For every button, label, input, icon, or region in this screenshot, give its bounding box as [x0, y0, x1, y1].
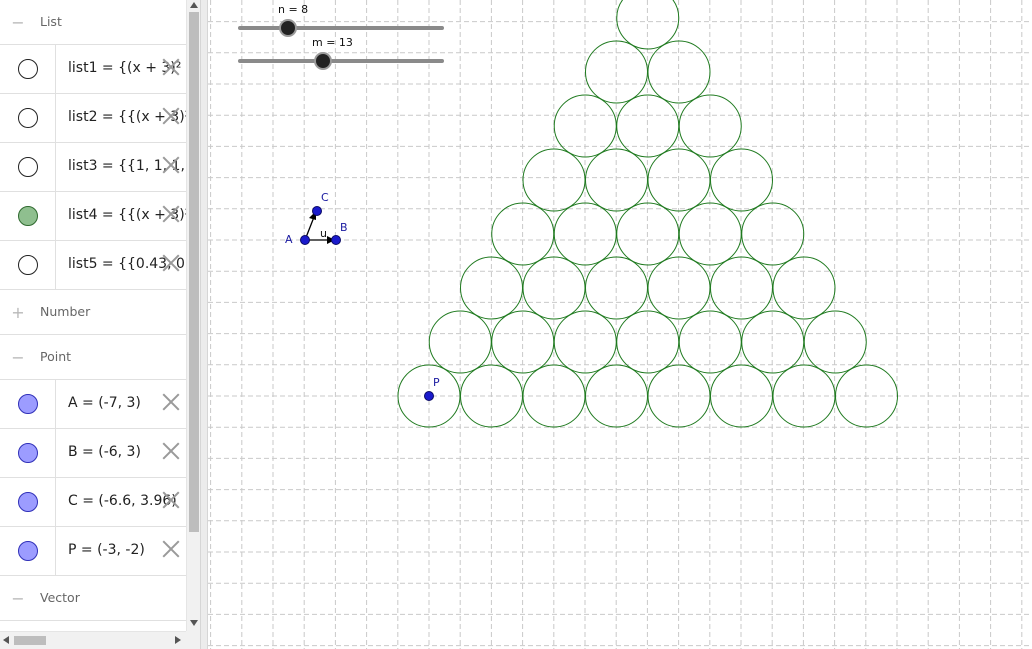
visibility-toggle[interactable] — [0, 241, 56, 289]
algebra-list: − List list1 = {(x + 3)² + list2 = {{(x … — [0, 0, 186, 631]
visibility-toggle[interactable] — [0, 94, 56, 142]
scroll-right-arrow-icon[interactable] — [175, 636, 181, 644]
visibility-toggle[interactable] — [0, 527, 56, 575]
visibility-toggle[interactable] — [0, 478, 56, 526]
visibility-marble-icon[interactable] — [18, 255, 38, 275]
grid — [208, 0, 1032, 649]
vector-u-label: u — [320, 227, 327, 240]
group-title-vector: Vector — [40, 590, 80, 605]
delete-icon[interactable] — [160, 252, 182, 274]
collapse-icon[interactable]: − — [10, 15, 26, 31]
vertical-scroll-thumb[interactable] — [189, 12, 199, 532]
group-header-list[interactable]: − List — [0, 0, 186, 45]
algebra-row-list4[interactable]: list4 = {{(x + 3)² + — [0, 192, 186, 241]
group-title-list: List — [40, 14, 62, 29]
delete-icon[interactable] — [160, 56, 182, 78]
algebra-row-list5[interactable]: list5 = {{0.43, 0.43, — [0, 241, 186, 290]
scrollbar-corner — [186, 631, 200, 649]
delete-icon[interactable] — [160, 440, 182, 462]
visibility-marble-icon[interactable] — [18, 541, 38, 561]
group-header-vector[interactable]: − Vector — [0, 576, 186, 621]
circle — [741, 202, 805, 266]
point-a-label: A — [285, 233, 293, 246]
visibility-marble-icon[interactable] — [18, 206, 38, 226]
algebra-row-list3[interactable]: list3 = {{1, 1, 1, 1, — [0, 143, 186, 192]
algebra-row-point-p[interactable]: P = (-3, -2) — [0, 527, 186, 576]
delete-icon[interactable] — [160, 538, 182, 560]
visibility-toggle[interactable] — [0, 192, 56, 240]
visibility-toggle[interactable] — [0, 143, 56, 191]
delete-icon[interactable] — [160, 489, 182, 511]
vertical-scrollbar[interactable] — [186, 0, 200, 631]
point-b-dot[interactable] — [331, 235, 341, 245]
delete-icon[interactable] — [160, 154, 182, 176]
algebra-row-point-b[interactable]: B = (-6, 3) — [0, 429, 186, 478]
point-a-dot[interactable] — [300, 235, 310, 245]
algebra-row-point-c[interactable]: C = (-6.6, 3.96) — [0, 478, 186, 527]
algebra-row-list2[interactable]: list2 = {{(x + 3)² + — [0, 94, 186, 143]
point-p-label: P — [433, 376, 440, 389]
point-p[interactable]: P — [424, 376, 441, 401]
graphics-canvas[interactable]: n = 8 m = 13 u A B C P — [208, 0, 1032, 649]
slider-n-label: n = 8 — [278, 3, 308, 16]
group-title-point: Point — [40, 349, 72, 364]
slider-n-knob[interactable] — [279, 19, 297, 37]
visibility-marble-icon[interactable] — [18, 157, 38, 177]
visibility-toggle[interactable] — [0, 429, 56, 477]
horizontal-scrollbar[interactable] — [0, 631, 186, 649]
visibility-toggle[interactable] — [0, 45, 56, 93]
scroll-up-arrow-icon[interactable] — [190, 2, 198, 8]
point-b[interactable]: B — [331, 221, 348, 245]
delete-icon[interactable] — [160, 203, 182, 225]
group-header-point[interactable]: − Point — [0, 335, 186, 380]
algebra-view: − List list1 = {(x + 3)² + list2 = {{(x … — [0, 0, 200, 649]
visibility-marble-icon[interactable] — [18, 492, 38, 512]
collapse-icon[interactable]: − — [10, 350, 26, 366]
visibility-marble-icon[interactable] — [18, 394, 38, 414]
slider-m-label: m = 13 — [312, 36, 353, 49]
graphics-view[interactable]: n = 8 m = 13 u A B C P — [208, 0, 1032, 649]
visibility-marble-icon[interactable] — [18, 108, 38, 128]
point-c[interactable]: C — [312, 191, 330, 216]
point-b-label: B — [340, 221, 348, 234]
collapse-icon[interactable]: − — [10, 591, 26, 607]
algebra-row-point-a[interactable]: A = (-7, 3) — [0, 380, 186, 429]
scroll-down-arrow-icon[interactable] — [190, 620, 198, 626]
horizontal-scroll-thumb[interactable] — [14, 636, 46, 645]
slider-n[interactable]: n = 8 — [238, 3, 444, 37]
circle — [772, 256, 836, 320]
delete-icon[interactable] — [160, 391, 182, 413]
group-title-number: Number — [40, 304, 91, 319]
point-c-label: C — [321, 191, 329, 204]
visibility-marble-icon[interactable] — [18, 59, 38, 79]
visibility-toggle[interactable] — [0, 380, 56, 428]
delete-icon[interactable] — [160, 105, 182, 127]
visibility-marble-icon[interactable] — [18, 443, 38, 463]
view-divider[interactable] — [200, 0, 208, 649]
algebra-row-list1[interactable]: list1 = {(x + 3)² + — [0, 45, 186, 94]
group-header-number[interactable]: + Number — [0, 290, 186, 335]
slider-m-knob[interactable] — [314, 52, 332, 70]
circle — [741, 310, 805, 374]
point-p-dot[interactable] — [424, 391, 434, 401]
circle — [803, 310, 867, 374]
scroll-left-arrow-icon[interactable] — [3, 636, 9, 644]
expand-icon[interactable]: + — [10, 305, 26, 321]
point-c-dot[interactable] — [312, 206, 322, 216]
